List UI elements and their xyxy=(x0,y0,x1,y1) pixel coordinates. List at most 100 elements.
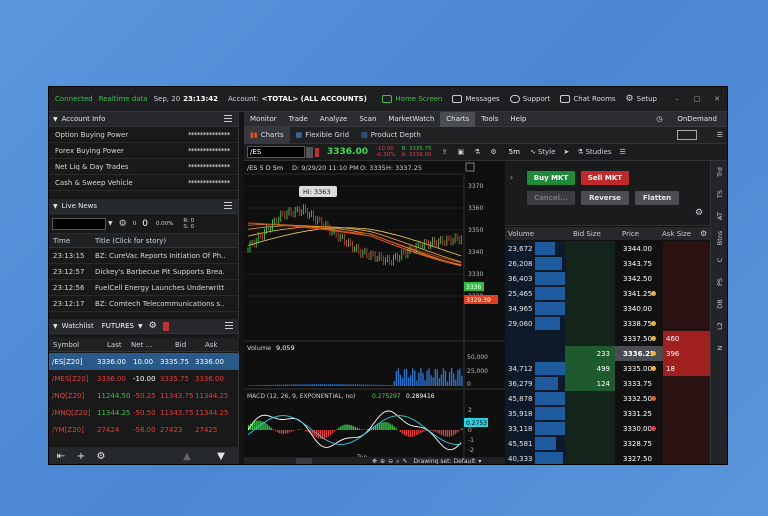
menu-charts[interactable]: Charts xyxy=(440,111,476,127)
news-item[interactable]: 23:12:56 FuelCell Energy Launches Underwr… xyxy=(49,280,238,296)
ladder-ask-size[interactable] xyxy=(663,390,710,407)
side-tab-c[interactable]: C xyxy=(709,251,727,269)
ladder-ask-size[interactable]: 18 xyxy=(663,360,710,377)
link-color-icon[interactable] xyxy=(315,147,319,157)
menu-tools[interactable]: Tools xyxy=(475,115,504,123)
menu-analyze[interactable]: Analyze xyxy=(314,115,354,123)
side-tab-ps[interactable]: PS xyxy=(709,273,727,291)
chevron-down-icon[interactable]: ▼ xyxy=(108,220,113,227)
news-item[interactable]: 23:13:15 BZ: CureVac Reports Initiation O… xyxy=(49,248,238,264)
chevron-down-icon[interactable] xyxy=(306,146,313,158)
ladder-row[interactable]: 40,333 3327.50 xyxy=(505,450,710,464)
ladder-ask-size[interactable] xyxy=(663,375,710,392)
collapse-icon[interactable]: ▼ xyxy=(53,203,58,210)
ladder-ask-size[interactable] xyxy=(663,420,710,437)
ladder-ask-size[interactable] xyxy=(663,300,710,317)
chevron-down-icon[interactable]: ▼ xyxy=(138,323,143,330)
menu-icon[interactable] xyxy=(224,202,232,209)
menu-scan[interactable]: Scan xyxy=(353,115,382,123)
tab-product-depth[interactable]: ▤ Product Depth xyxy=(355,127,427,144)
link-color-icon[interactable] xyxy=(162,321,169,331)
gear-icon[interactable]: ⚙ xyxy=(93,449,109,465)
watchlist-row[interactable]: /ES[Z20] 3336.00 10.00 3335.75 3336.00 xyxy=(49,353,239,370)
ladder-bid-size[interactable] xyxy=(565,240,615,257)
search-icon[interactable]: ⌕ xyxy=(396,458,399,465)
minimize-button[interactable]: – xyxy=(671,93,683,105)
zoom-out-icon[interactable]: ⊖ xyxy=(388,458,393,464)
collapse-sidebar-icon[interactable]: ⇤ xyxy=(53,449,69,465)
side-tab-l2[interactable]: L2 xyxy=(709,317,727,335)
setup-button[interactable]: ⚙ Setup xyxy=(626,94,657,104)
reverse-button[interactable]: Reverse xyxy=(581,191,629,205)
menu-icon[interactable] xyxy=(224,115,232,122)
expand-icon[interactable]: › xyxy=(510,173,513,182)
scroll-down-icon[interactable]: ▼ xyxy=(213,449,229,465)
ladder-bid-size[interactable] xyxy=(565,420,615,437)
side-tab-ts[interactable]: TS xyxy=(709,185,727,203)
layout-icon[interactable] xyxy=(676,130,697,140)
column-bid[interactable]: Bid xyxy=(175,341,186,349)
ladder-bid-size[interactable] xyxy=(565,330,615,347)
ladder-bid-size[interactable] xyxy=(565,300,615,317)
zoom-in-icon[interactable]: ⊕ xyxy=(380,458,385,464)
column-time[interactable]: Time xyxy=(53,237,95,245)
ladder-ask-size[interactable]: 396 xyxy=(663,345,710,362)
menu-trade[interactable]: Trade xyxy=(283,115,314,123)
column-ask-size[interactable]: Ask Size xyxy=(662,230,691,238)
watchlist-selector[interactable]: FUTURES xyxy=(102,322,134,330)
flatten-button[interactable]: Flatten xyxy=(635,191,679,205)
ladder-bid-size[interactable]: 124 xyxy=(565,375,615,392)
chevron-down-icon[interactable]: ▾ xyxy=(478,458,481,464)
cancel-button[interactable]: Cancel... xyxy=(527,191,575,205)
account-info-header[interactable]: ▼ Account Info xyxy=(49,112,238,127)
support-button[interactable]: Support xyxy=(509,95,550,103)
gear-icon[interactable]: ⚙ xyxy=(119,219,127,229)
column-price[interactable]: Price xyxy=(622,230,639,238)
buy-mkt-button[interactable]: Buy MKT xyxy=(527,171,575,185)
drag-icon[interactable]: ✥ xyxy=(372,458,377,464)
save-icon[interactable]: ▣ xyxy=(457,148,464,156)
news-filter-input[interactable] xyxy=(52,217,106,230)
ladder-bid-size[interactable] xyxy=(565,390,615,407)
ladder-bid-size[interactable] xyxy=(565,270,615,287)
tab-charts[interactable]: ▮▮ Charts xyxy=(244,126,290,144)
scroll-handle[interactable] xyxy=(296,458,312,464)
ladder-ask-size[interactable]: 460 xyxy=(663,330,710,347)
close-button[interactable]: ✕ xyxy=(711,93,723,105)
column-ask[interactable]: Ask xyxy=(205,341,218,349)
news-item[interactable]: 23:12:57 Dickey's Barbecue Pit Supports B… xyxy=(49,264,238,280)
tab-flexible-grid[interactable]: ▦ Flexible Grid xyxy=(290,127,355,144)
gear-icon[interactable]: ⚙ xyxy=(695,208,703,218)
side-tab-btns[interactable]: Btns xyxy=(709,229,727,247)
chart-settings-icon[interactable] xyxy=(465,162,475,172)
share-icon[interactable]: ⇪ xyxy=(442,148,448,156)
menu-help[interactable]: Help xyxy=(504,115,532,123)
collapse-icon[interactable]: ▼ xyxy=(53,323,58,330)
scroll-up-icon[interactable]: ▲ xyxy=(179,449,195,465)
gear-icon[interactable]: ⚙ xyxy=(149,321,157,331)
ladder-bid-size[interactable] xyxy=(565,450,615,464)
sell-mkt-button[interactable]: Sell MKT xyxy=(581,171,629,185)
column-title[interactable]: Title (Click for story) xyxy=(95,237,166,245)
watchlist-header[interactable]: ▼ Watchlist FUTURES ▼ ⚙ xyxy=(49,319,239,334)
side-tab-at[interactable]: AT xyxy=(709,207,727,225)
watchlist-row[interactable]: /MES[Z20] 3336.00 -10.00 3335.75 3336.00 xyxy=(49,370,239,387)
watchlist-row[interactable]: /YM[Z20] 27424 -58.00 27423 27425 xyxy=(49,421,239,438)
ladder-ask-size[interactable] xyxy=(663,315,710,332)
ladder-ask-size[interactable] xyxy=(663,435,710,452)
ladder-bid-size[interactable] xyxy=(565,315,615,332)
add-gadget-button[interactable]: + xyxy=(73,449,89,465)
style-button[interactable]: ∿ Style xyxy=(530,148,555,156)
drawing-set[interactable]: Drawing set: Default xyxy=(414,458,476,464)
ladder-bid-size[interactable] xyxy=(565,405,615,422)
cursor-icon[interactable]: ➤ xyxy=(563,148,569,156)
menu-icon[interactable] xyxy=(225,322,233,329)
menu-marketwatch[interactable]: MarketWatch xyxy=(382,115,440,123)
price-chart[interactable]: /ES 5 D 5m D: 9/29/20 11:10 PM O: 3335 H… xyxy=(244,161,505,465)
column-last[interactable]: Last xyxy=(107,341,122,349)
watchlist-row[interactable]: /MNQ[Z20] 11344.25 -50.50 11343.75 11344… xyxy=(49,404,239,421)
maximize-button[interactable]: □ xyxy=(691,93,703,105)
ladder-bid-size[interactable] xyxy=(565,435,615,452)
ladder-ask-size[interactable] xyxy=(663,285,710,302)
pencil-icon[interactable]: ✎ xyxy=(402,458,407,464)
